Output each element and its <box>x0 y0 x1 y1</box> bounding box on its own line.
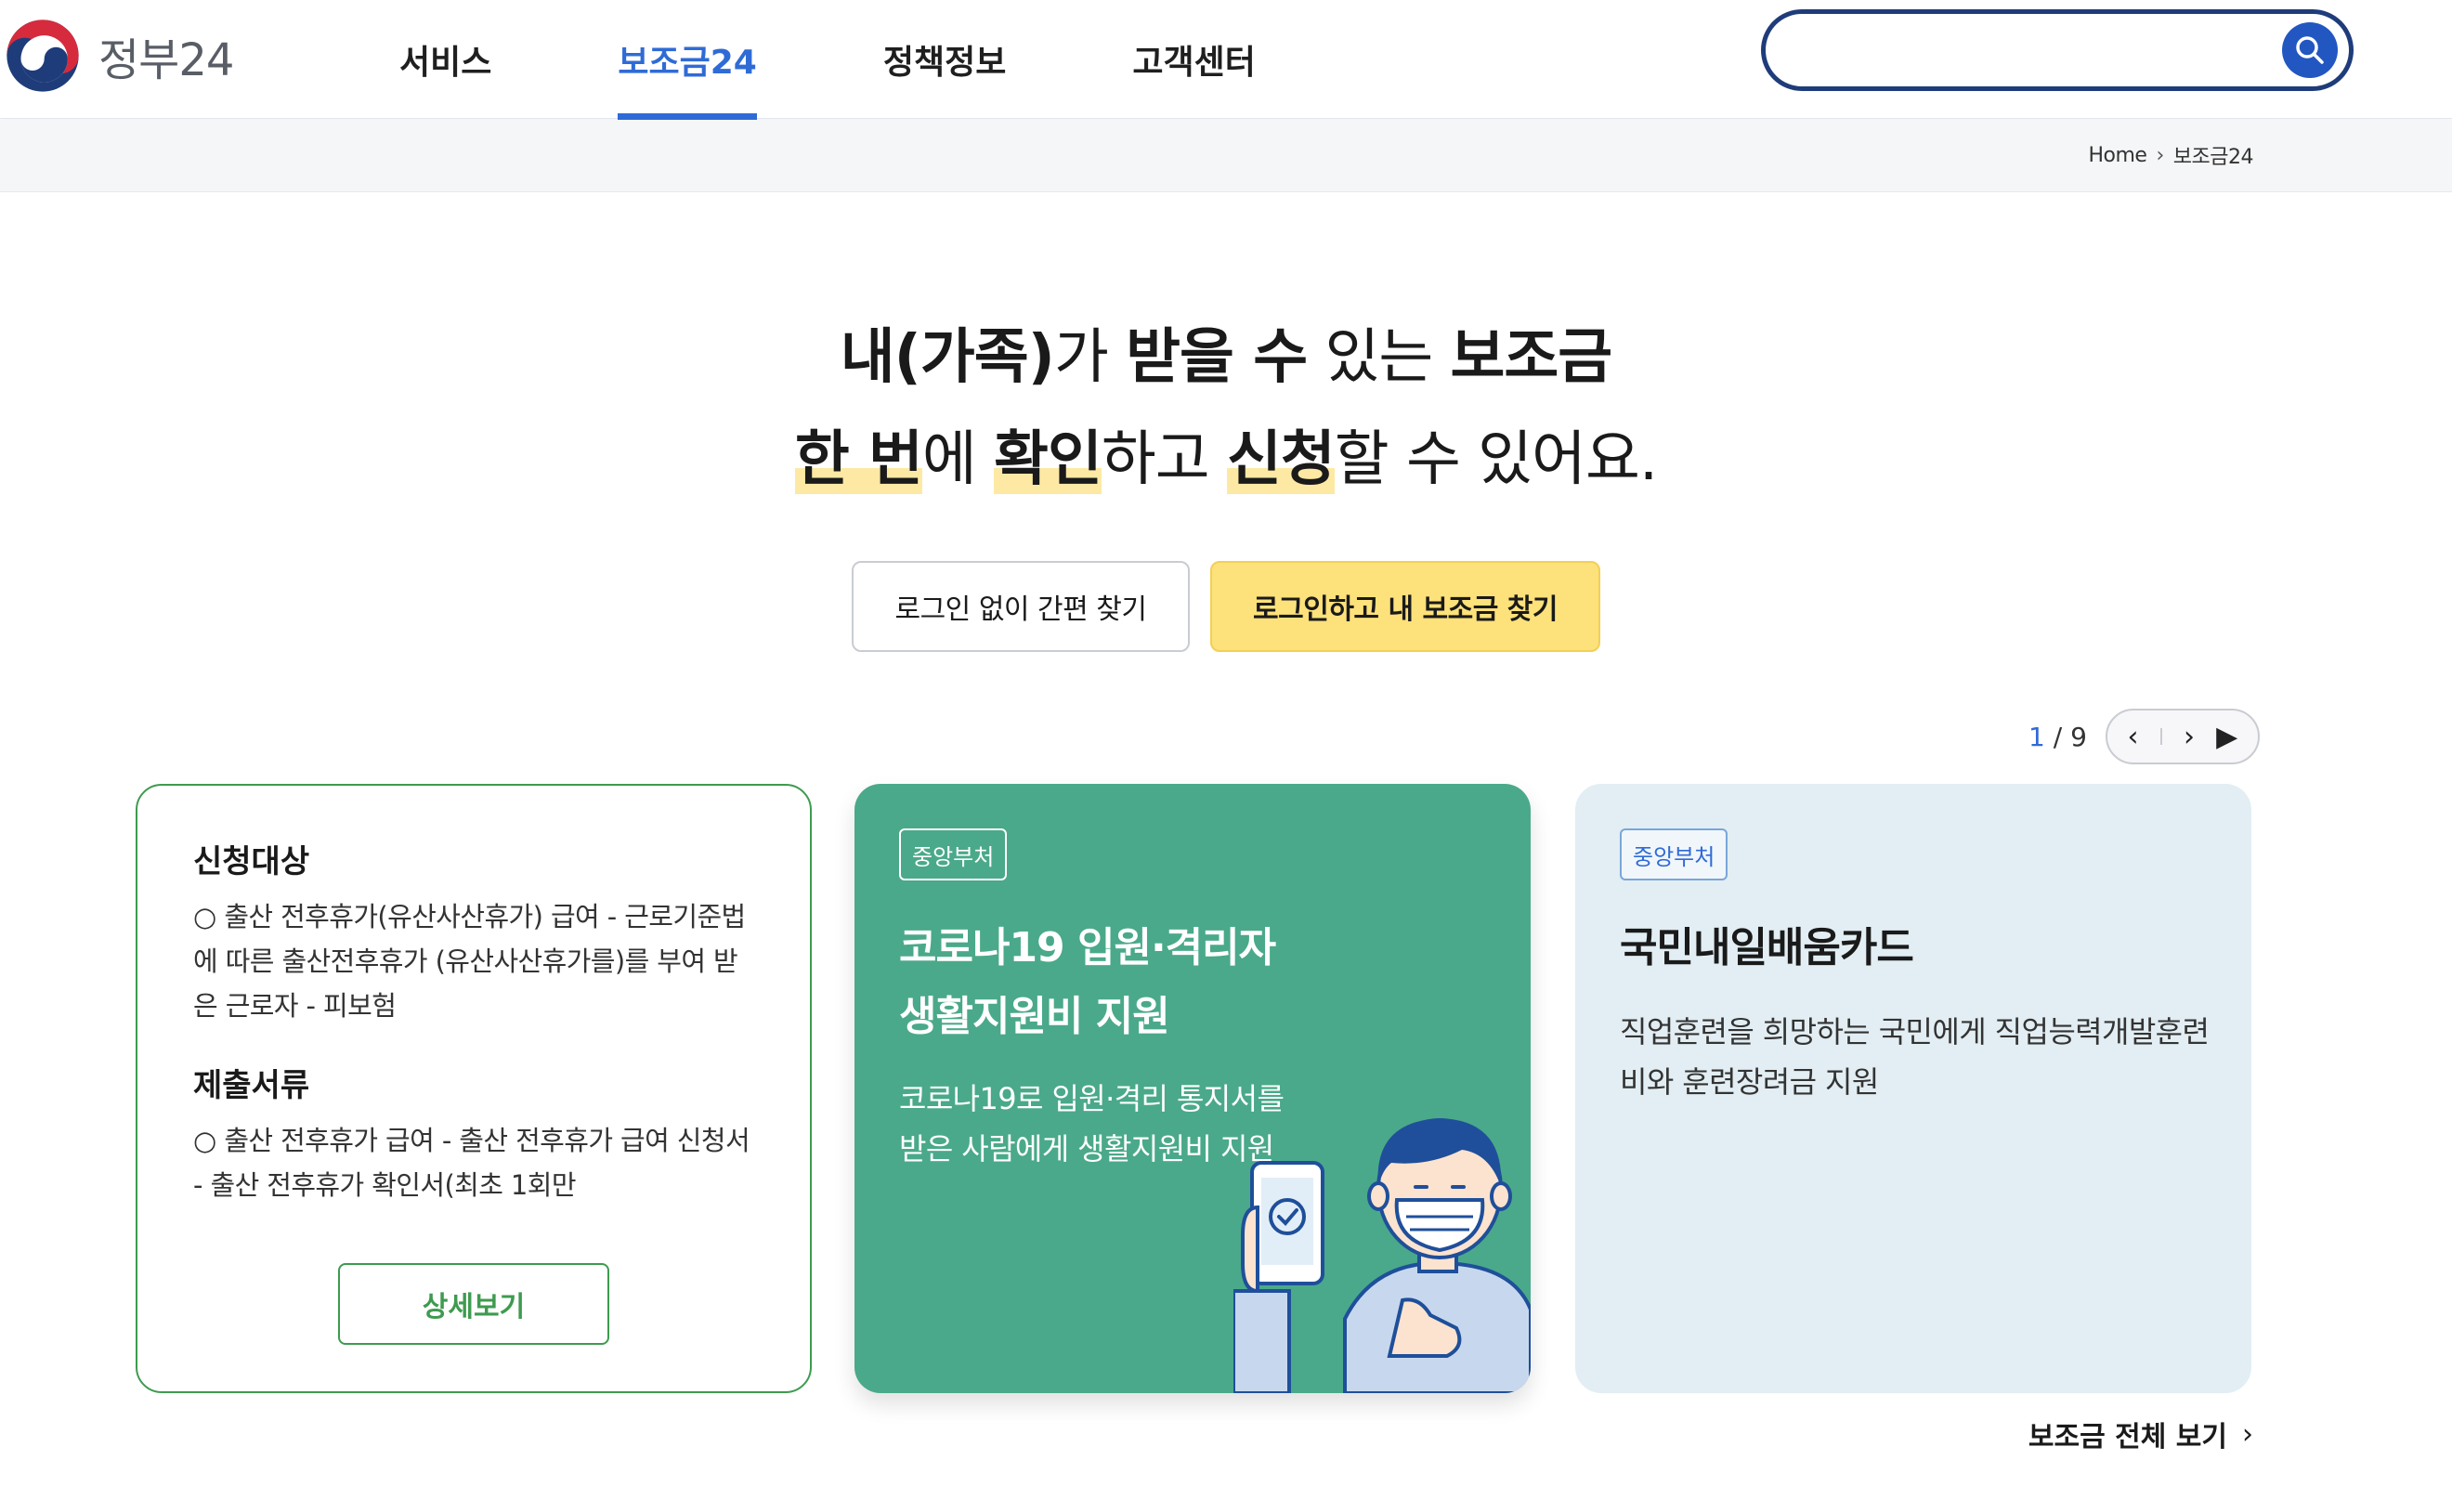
play-icon[interactable]: ▶ <box>2216 721 2237 753</box>
hero-text: 에 <box>921 425 995 494</box>
nav-item-customer-center[interactable]: 고객센터 <box>1132 0 1255 119</box>
documents-text: ○ 출산 전후휴가 급여 - 출산 전후휴가 급여 신청서 - 출산 전후휴가 … <box>193 1125 750 1201</box>
logo[interactable]: 정부24 <box>4 9 234 102</box>
chevron-right-icon: › <box>2242 1417 2253 1451</box>
site-header: 정부24 서비스 보조금24 정책정보 고객센터 <box>0 0 2452 121</box>
chevron-right-icon: › <box>2156 143 2164 167</box>
view-all-subsidies-link[interactable]: 보조금 전체 보기 › <box>2028 1414 2253 1454</box>
card-description: 코로나19로 입원·격리 통지서를 받은 사람에게 생활지원비 지원 <box>899 1081 1285 1167</box>
hero-text: 받을 수 <box>1126 323 1308 392</box>
cta-row: 로그인 없이 간편 찾기 로그인하고 내 보조금 찾기 <box>0 561 2452 652</box>
subsidy-card-detail: 신청대상 ○ 출산 전후휴가(유산사산휴가) 급여 - 근로기준법에 따른 출산… <box>136 784 812 1393</box>
breadcrumb-current: 보조금24 <box>2172 146 2254 169</box>
guest-search-button[interactable]: 로그인 없이 간편 찾기 <box>852 561 1190 652</box>
main-nav: 서비스 보조금24 정책정보 고객센터 <box>399 0 1382 121</box>
pager-count: 1 / 9 <box>2028 721 2087 752</box>
category-badge: 중앙부처 <box>899 828 1008 880</box>
pager-divider <box>2159 728 2162 745</box>
hero-text: 하고 <box>1101 425 1227 494</box>
search-input[interactable] <box>1793 27 2276 73</box>
carousel-pager: 1 / 9 ‹ › ▶ <box>2028 708 2260 765</box>
search-icon <box>2296 36 2324 64</box>
pager-controls: ‹ › ▶ <box>2105 709 2260 764</box>
documents-title: 제출서류 <box>193 1067 310 1104</box>
login-search-button[interactable]: 로그인하고 내 보조금 찾기 <box>1210 561 1600 652</box>
pager-total: 9 <box>2070 721 2087 752</box>
hero-line-2: 한 번에 확인하고 신청할 수 있어요. <box>0 409 2452 511</box>
hero-highlight: 확인 <box>994 425 1102 494</box>
breadcrumb-home[interactable]: Home <box>2089 144 2147 167</box>
hero-text: 할 수 있어요. <box>1334 425 1658 494</box>
subsidy-card-learning-card[interactable]: 중앙부처 국민내일배움카드 직업훈련을 희망하는 국민에게 직업능력개발훈련비와… <box>1575 784 2251 1393</box>
nav-item-policy-info[interactable]: 정책정보 <box>883 0 1006 119</box>
card-title: 국민내일배움카드 <box>1620 924 1914 971</box>
card-description: 직업훈련을 희망하는 국민에게 직업능력개발훈련비와 훈련장려금 지원 <box>1620 1014 2210 1100</box>
hero-text: 가 <box>1053 323 1127 392</box>
hero-text: 보조금 <box>1450 323 1613 392</box>
breadcrumb-bar: Home › 보조금24 <box>0 120 2452 192</box>
taegeuk-logo-icon <box>7 20 79 92</box>
search-box <box>1761 9 2354 91</box>
next-icon[interactable]: › <box>2184 721 2195 753</box>
search-button[interactable] <box>2282 22 2338 78</box>
pager-current: 1 <box>2028 721 2045 752</box>
subsidy-card-covid[interactable]: 중앙부처 코로나19 입원·격리자 생활지원비 지원 코로나19로 입원·격리 … <box>854 784 1531 1393</box>
nav-item-service[interactable]: 서비스 <box>399 0 491 119</box>
detail-button[interactable]: 상세보기 <box>338 1263 609 1345</box>
breadcrumb: Home › 보조금24 <box>2089 140 2254 170</box>
hero-line-1: 내(가족)가 받을 수 있는 보조금 <box>0 306 2452 409</box>
person-with-phone-illustration <box>1233 1118 1531 1393</box>
prev-icon[interactable]: ‹ <box>2128 721 2139 753</box>
card-title: 코로나19 입원·격리자 생활지원비 지원 <box>899 914 1276 1051</box>
category-badge: 중앙부처 <box>1620 828 1728 880</box>
target-text: ○ 출산 전후휴가(유산사산휴가) 급여 - 근로기준법에 따른 출산전후휴가 … <box>193 901 746 1022</box>
hero-highlight: 신청 <box>1226 425 1336 494</box>
target-title: 신청대상 <box>193 843 310 880</box>
nav-item-subsidy24[interactable]: 보조금24 <box>618 0 758 121</box>
hero-text: 내(가족) <box>840 323 1055 392</box>
hero-text: 있는 <box>1307 323 1451 392</box>
card-title-line: 생활지원비 지원 <box>899 993 1170 1040</box>
card-title-line: 코로나19 입원·격리자 <box>899 924 1276 971</box>
hero-heading: 내(가족)가 받을 수 있는 보조금 한 번에 확인하고 신청할 수 있어요. <box>0 306 2452 511</box>
logo-text: 정부24 <box>98 34 234 86</box>
hero-highlight: 한 번 <box>794 425 923 494</box>
view-all-label: 보조금 전체 보기 <box>2028 1421 2227 1453</box>
